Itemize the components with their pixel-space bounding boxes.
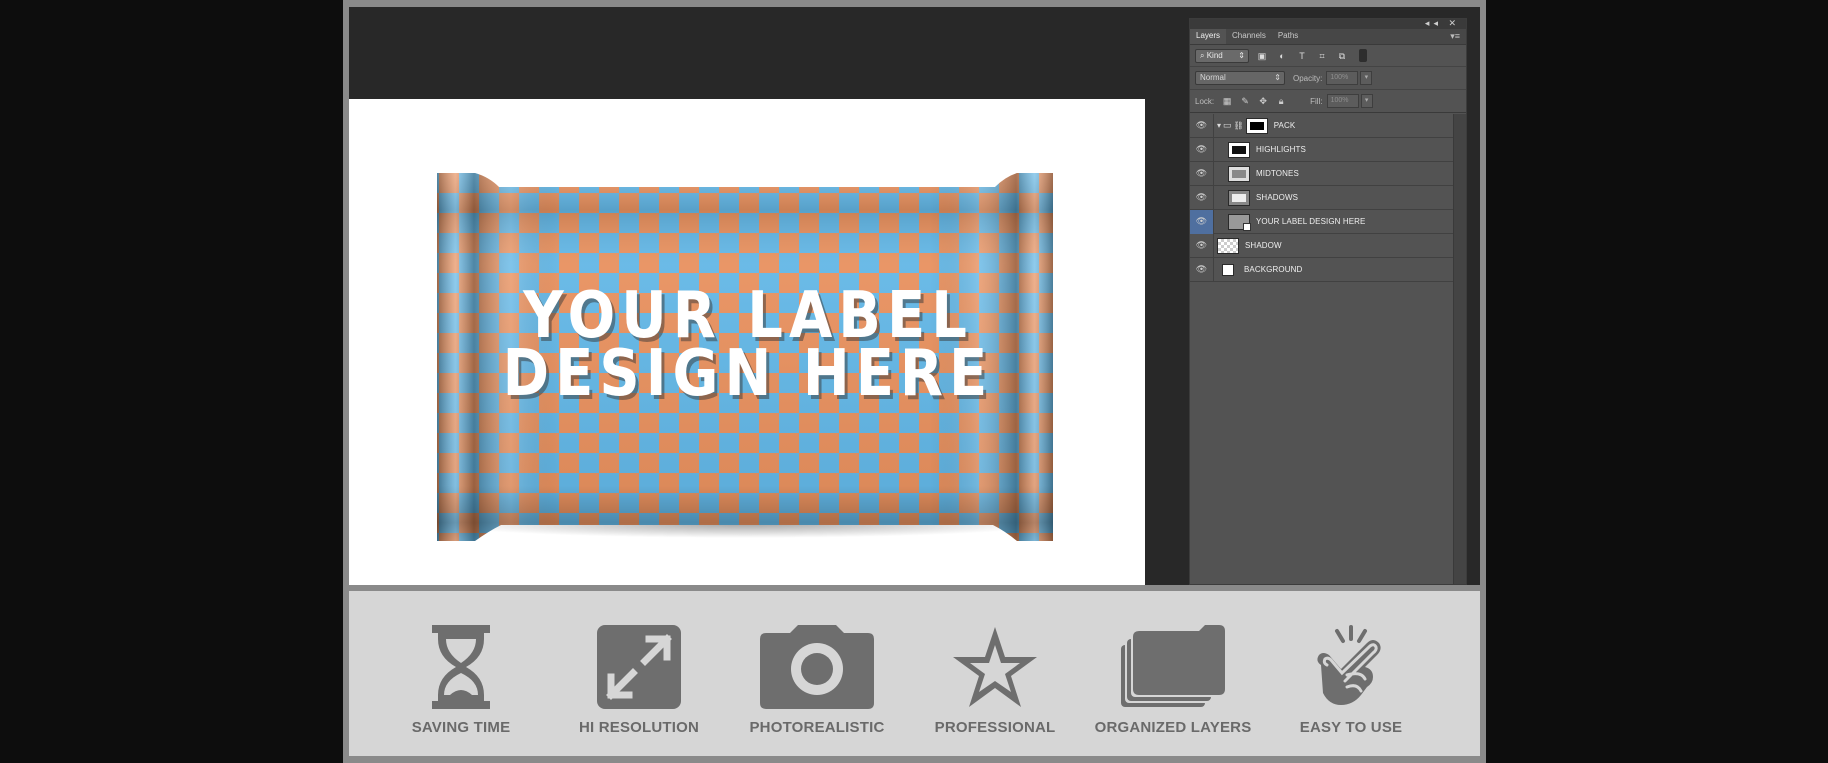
- lock-label: Lock:: [1195, 96, 1215, 106]
- filter-kind-label: Kind: [1206, 50, 1223, 60]
- layer-row-pack[interactable]: 👁︎ ▾ ▭ ⛓ PACK: [1190, 113, 1454, 138]
- eye-icon[interactable]: 👁︎: [1190, 137, 1214, 162]
- eye-icon[interactable]: 👁︎: [1190, 113, 1214, 138]
- adjustment-filter-icon[interactable]: ◐: [1275, 49, 1289, 63]
- mockup-frame: YOUR LABEL YOUR LABEL DESIGN HERE DESIGN…: [343, 0, 1486, 763]
- lock-image-icon[interactable]: ✎: [1236, 96, 1254, 107]
- layer-name: YOUR LABEL DESIGN HERE: [1256, 217, 1366, 226]
- layer-thumbnail: [1217, 237, 1239, 254]
- smart-object-thumbnail: [1228, 213, 1251, 231]
- feature-label: SAVING TIME: [411, 719, 511, 736]
- filter-kind-select[interactable]: ⌕ Kind: [1195, 48, 1249, 63]
- layer-row-your-label-design[interactable]: 👁︎ YOUR LABEL DESIGN HERE: [1190, 209, 1454, 234]
- panel-window-controls[interactable]: ◂◂ ✕: [1425, 18, 1460, 29]
- opacity-input[interactable]: 100%: [1326, 71, 1359, 85]
- smart-object-filter-icon[interactable]: ⧉: [1335, 49, 1349, 63]
- layers-scrollbar[interactable]: [1453, 114, 1466, 584]
- layer-row-highlights[interactable]: 👁︎ HIGHLIGHTS: [1190, 137, 1454, 162]
- document-canvas[interactable]: YOUR LABEL YOUR LABEL DESIGN HERE DESIGN…: [349, 99, 1145, 585]
- layer-row-shadow[interactable]: 👁︎ SHADOW: [1190, 233, 1454, 258]
- folders-icon: [1121, 625, 1225, 707]
- pointing-hand-icon: [1317, 625, 1381, 705]
- feature-label: PHOTOREALISTIC: [749, 719, 885, 736]
- layer-name: SHADOW: [1245, 241, 1282, 250]
- tab-layers[interactable]: Layers: [1190, 29, 1227, 44]
- opacity-label: Opacity:: [1293, 73, 1323, 83]
- feature-hi-resolution: HI RESOLUTION: [549, 625, 729, 736]
- expand-arrows-icon: [597, 625, 681, 709]
- image-filter-icon[interactable]: ▣: [1255, 49, 1269, 63]
- photoshop-workspace: YOUR LABEL YOUR LABEL DESIGN HERE DESIGN…: [349, 7, 1480, 585]
- filter-toggle[interactable]: [1359, 49, 1367, 62]
- eye-icon[interactable]: 👁︎: [1190, 257, 1214, 282]
- pack-mockup: YOUR LABEL YOUR LABEL DESIGN HERE DESIGN…: [437, 173, 1053, 541]
- layers-list: 👁︎ ▾ ▭ ⛓ PACK 👁︎ HIGHLIGHTS 👁︎ MIDTONES: [1190, 113, 1454, 282]
- features-bar: SAVING TIME HI RESOLUTION PHOTOREALISTIC: [349, 591, 1480, 756]
- star-icon: [953, 627, 1037, 707]
- blend-row: Normal Opacity: 100% ▾: [1190, 67, 1466, 90]
- layer-name: BACKGROUND: [1244, 265, 1303, 274]
- feature-professional: PROFESSIONAL: [905, 625, 1085, 736]
- tab-paths[interactable]: Paths: [1272, 29, 1304, 44]
- layer-row-midtones[interactable]: 👁︎ MIDTONES: [1190, 161, 1454, 186]
- feature-organized-layers: ORGANIZED LAYERS: [1083, 625, 1263, 736]
- layer-thumbnail: [1228, 189, 1250, 206]
- lock-all-icon[interactable]: 🔒︎: [1272, 96, 1290, 107]
- feature-label: HI RESOLUTION: [578, 719, 700, 736]
- layer-name: SHADOWS: [1256, 193, 1299, 202]
- layer-name: HIGHLIGHTS: [1256, 145, 1306, 154]
- eye-icon[interactable]: 👁︎: [1190, 185, 1214, 210]
- lock-row: Lock: ▦ ✎ ✥ 🔒︎ Fill: 100% ▾: [1190, 90, 1466, 113]
- feature-saving-time: SAVING TIME: [371, 625, 551, 736]
- type-filter-icon[interactable]: T: [1295, 49, 1309, 63]
- feature-label: PROFESSIONAL: [934, 719, 1056, 736]
- feature-label: EASY TO USE: [1299, 719, 1403, 736]
- expand-triangle-icon[interactable]: ▾: [1217, 121, 1221, 130]
- layer-row-shadows[interactable]: 👁︎ SHADOWS: [1190, 185, 1454, 210]
- eye-icon[interactable]: 👁︎: [1190, 233, 1214, 258]
- blend-mode-select[interactable]: Normal: [1195, 71, 1285, 85]
- panel-topbar: ◂◂ ✕: [1190, 18, 1466, 29]
- eye-icon[interactable]: 👁︎: [1190, 161, 1214, 186]
- panel-menu-icon[interactable]: ▾≡: [1450, 31, 1460, 42]
- camera-icon: [760, 625, 874, 709]
- tab-channels[interactable]: Channels: [1226, 29, 1272, 44]
- label-text-line2: DESIGN HERE: [503, 336, 994, 411]
- smart-object-badge-icon: [1243, 222, 1251, 231]
- hourglass-icon: [432, 625, 490, 709]
- layer-name: PACK: [1273, 121, 1296, 130]
- mask-thumbnail: [1245, 117, 1268, 134]
- fill-label: Fill:: [1310, 96, 1323, 106]
- layers-panel: ◂◂ ✕ Layers Channels Paths ▾≡ ⌕ Kind ▣ ◐…: [1189, 18, 1467, 585]
- layer-thumbnail: [1222, 263, 1234, 276]
- link-icon: ⛓: [1233, 121, 1244, 130]
- feature-label: ORGANIZED LAYERS: [1094, 719, 1252, 736]
- folder-icon: ▭: [1223, 120, 1232, 130]
- opacity-dropdown-button[interactable]: ▾: [1360, 71, 1373, 85]
- lock-transparent-icon[interactable]: ▦: [1218, 96, 1236, 107]
- search-icon: ⌕: [1200, 50, 1205, 60]
- layer-thumbnail: [1228, 141, 1250, 158]
- feature-easy-to-use: EASY TO USE: [1261, 625, 1441, 736]
- layer-name: MIDTONES: [1256, 169, 1299, 178]
- filter-row: ⌕ Kind ▣ ◐ T ⌗ ⧉: [1190, 45, 1466, 67]
- feature-photorealistic: PHOTOREALISTIC: [727, 625, 907, 736]
- shape-filter-icon[interactable]: ⌗: [1315, 49, 1329, 63]
- fill-dropdown-button[interactable]: ▾: [1360, 94, 1373, 108]
- layer-row-background[interactable]: 👁︎ BACKGROUND: [1190, 257, 1454, 282]
- eye-icon[interactable]: 👁︎: [1190, 209, 1214, 234]
- layer-thumbnail: [1228, 165, 1250, 182]
- fill-input[interactable]: 100%: [1326, 94, 1359, 108]
- lock-position-icon[interactable]: ✥: [1254, 96, 1272, 107]
- panel-tabs: Layers Channels Paths ▾≡: [1190, 29, 1466, 45]
